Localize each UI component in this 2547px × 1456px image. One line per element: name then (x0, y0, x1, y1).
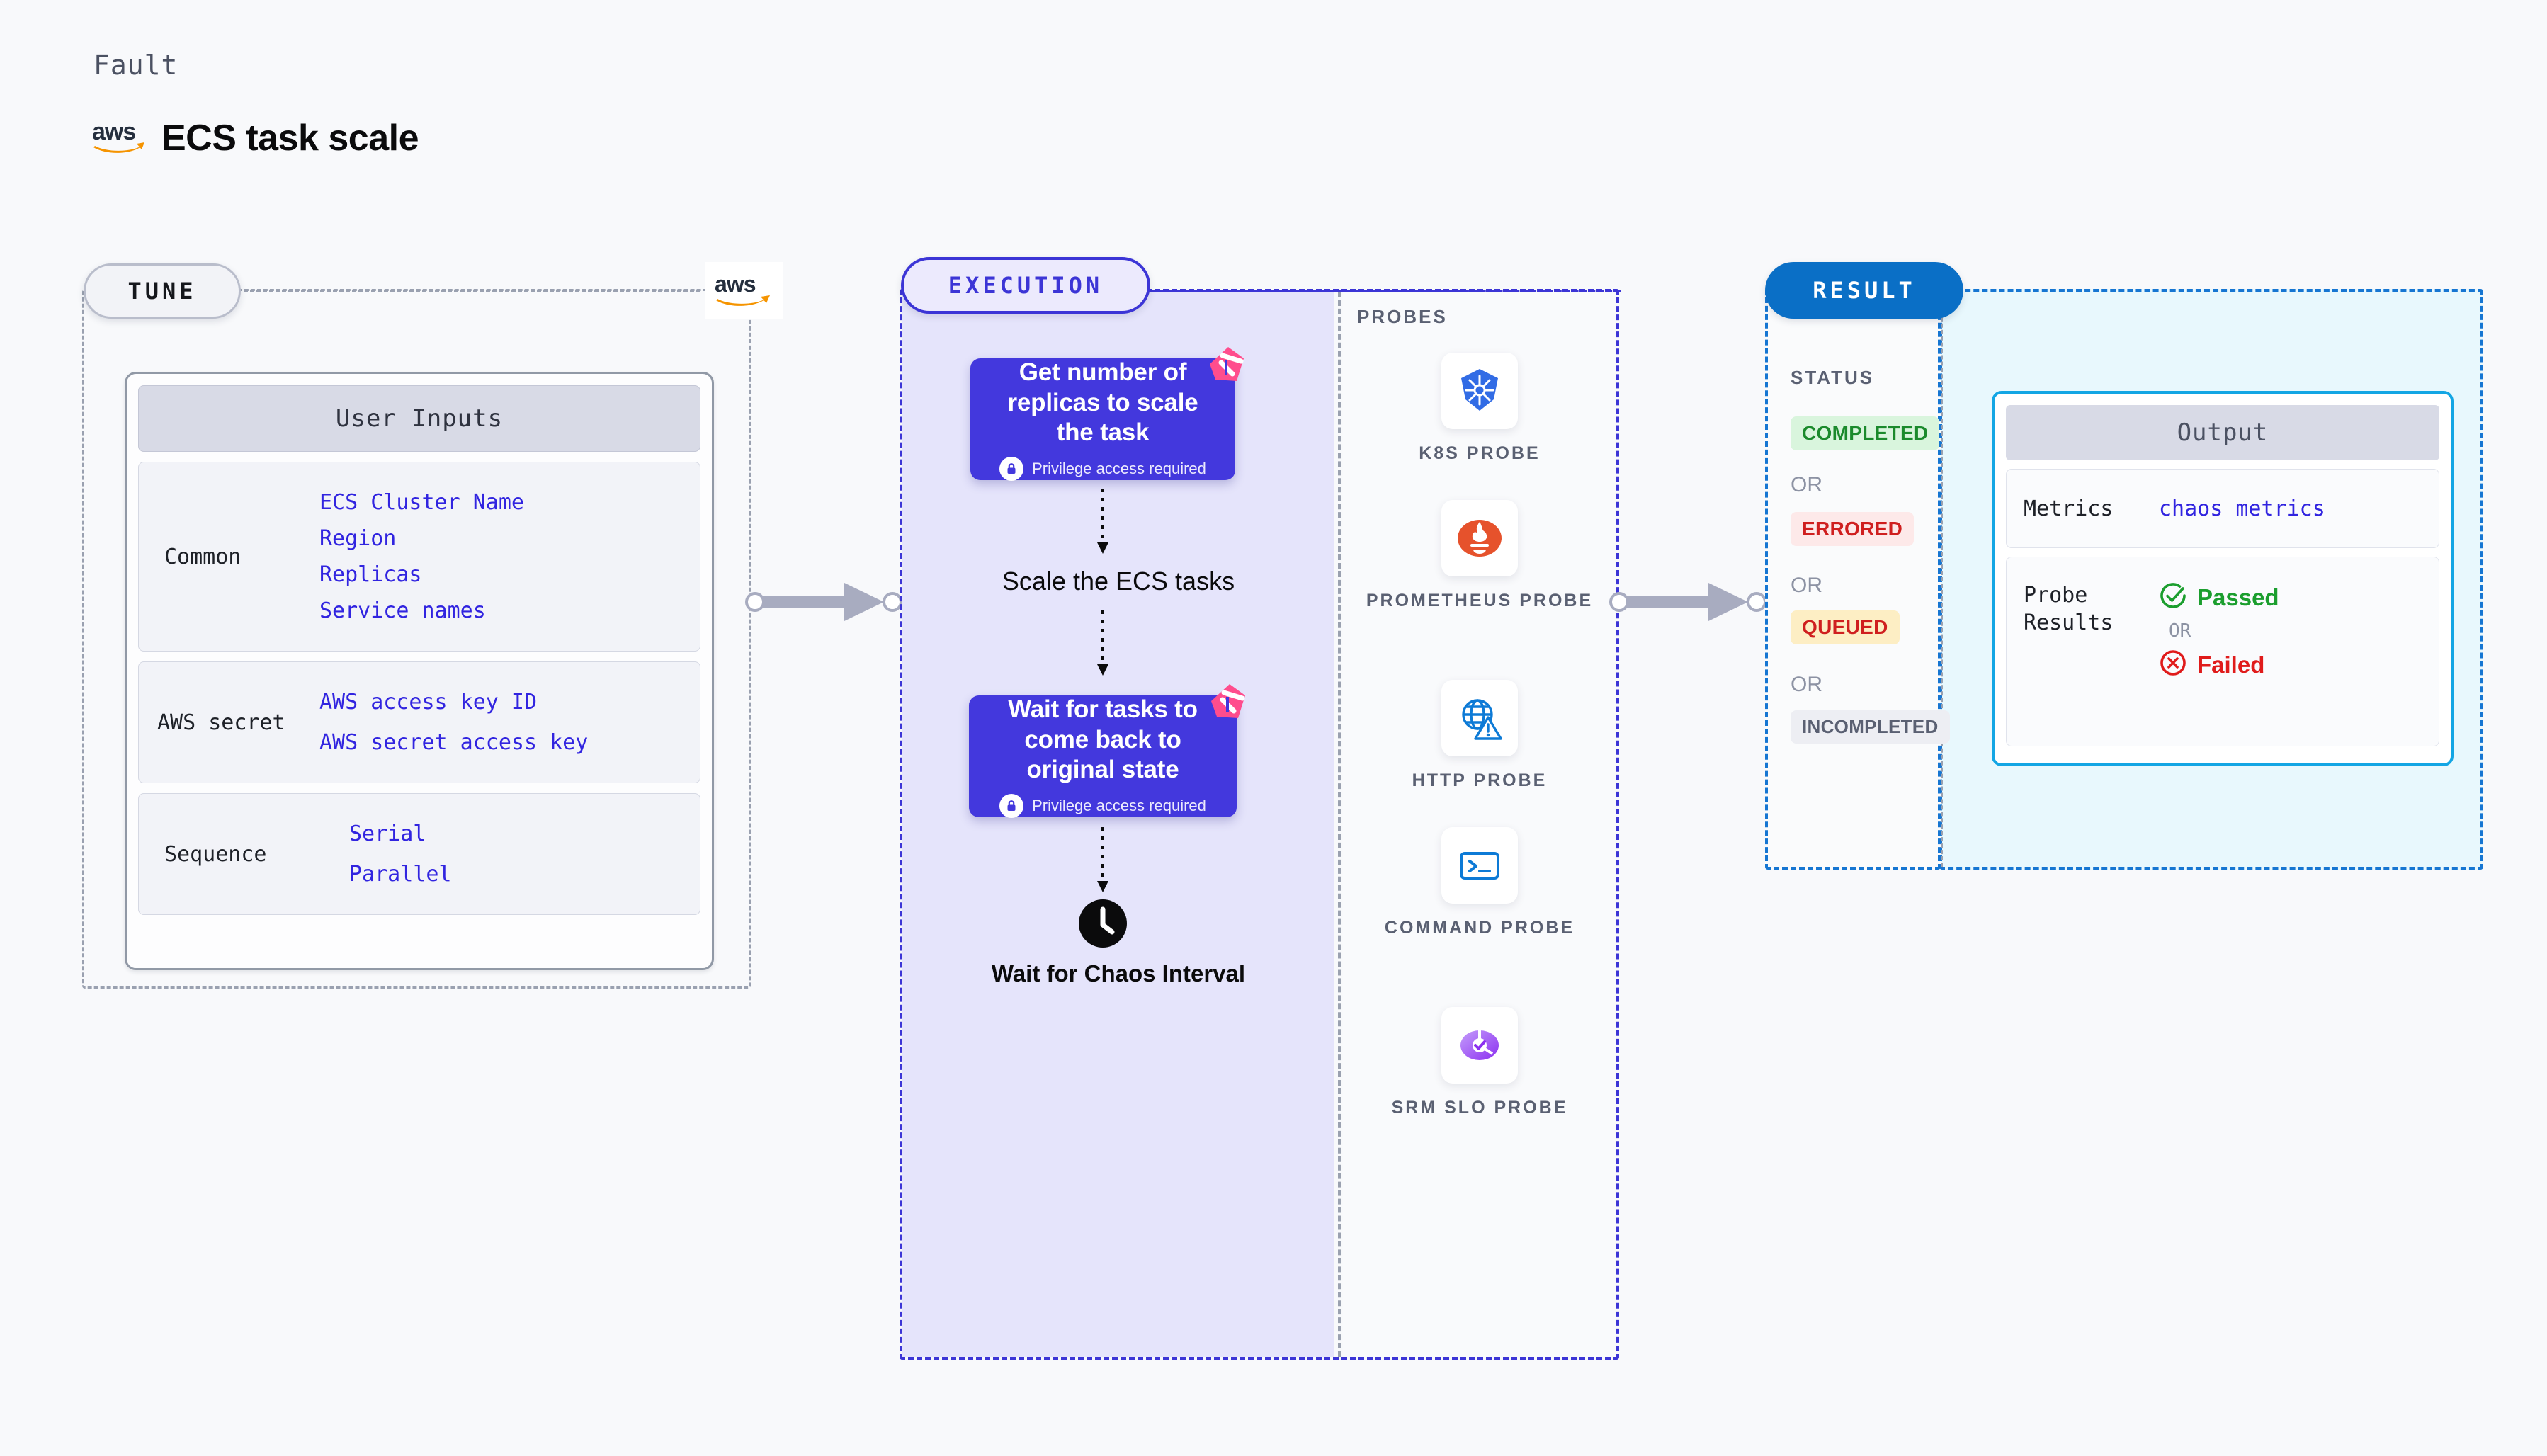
execution-step-box-3[interactable]: Wait for tasks to come back to original … (969, 684, 1245, 819)
privilege-note-text: Privilege access required (1032, 460, 1206, 478)
svg-text:aws: aws (92, 118, 135, 145)
input-group-common[interactable]: Common ECS Cluster Name Region Replicas … (138, 462, 700, 652)
check-circle-icon (2159, 581, 2187, 613)
input-value[interactable]: Region (319, 526, 524, 551)
kubernetes-icon (1461, 369, 1498, 411)
aws-logo-icon: aws (92, 118, 146, 159)
http-globe-warning-icon (1462, 699, 1502, 740)
x-circle-icon (2159, 649, 2187, 681)
execution-step-title: Wait for tasks to come back to original … (1008, 695, 1198, 784)
result-inner-divider (1941, 292, 1943, 867)
probe-label: COMMAND PROBE (1384, 918, 1575, 938)
flow-arrow-3 (1097, 827, 1108, 892)
execution-step-text-2: Scale the ECS tasks (1002, 567, 1235, 596)
connector-tune-execution (745, 583, 902, 621)
probes-divider (1338, 292, 1341, 1357)
privilege-note: Privilege access required (999, 794, 1206, 819)
probes-title: PROBES (1357, 306, 1448, 327)
status-badge-queued[interactable]: QUEUED (1791, 610, 1900, 644)
flow-arrow-1 (1097, 489, 1108, 554)
tune-connector-line (244, 290, 700, 292)
execution-pill[interactable]: EXECUTION (901, 257, 1150, 314)
input-value[interactable]: Service names (319, 598, 524, 623)
probe-result-passed-label: Passed (2197, 584, 2279, 610)
input-group-sequence[interactable]: Sequence Serial Parallel (138, 793, 700, 915)
probe-tile (1441, 827, 1518, 904)
lock-icon (999, 794, 1024, 819)
clock-icon (1077, 898, 1128, 952)
execution-step-box-1[interactable]: Get number of replicas to scale the task… (970, 347, 1244, 482)
output-row-metrics[interactable]: Metrics chaos metrics (2006, 469, 2439, 548)
status-badge-completed[interactable]: COMPLETED (1791, 416, 1940, 450)
output-metrics-value[interactable]: chaos metrics (2159, 496, 2325, 521)
probe-result-or-label: OR (2169, 620, 2191, 642)
status-badge-incompleted[interactable]: INCOMPLETED (1791, 710, 1950, 744)
probe-results-values: Passed OR Failed (2159, 581, 2279, 681)
probe-label: SRM SLO PROBE (1391, 1098, 1568, 1117)
input-value[interactable]: Replicas (319, 562, 524, 587)
output-metrics-label: Metrics (2024, 496, 2114, 521)
result-pill[interactable]: RESULT (1765, 262, 1963, 319)
page-title: ECS task scale (161, 118, 419, 159)
input-group-aws-secret[interactable]: AWS secret AWS access key ID AWS secret … (138, 661, 700, 783)
page-title-row: aws ECS task scale (92, 117, 419, 159)
probe-result-failed: Failed (2159, 649, 2279, 681)
probe-item-k8s[interactable]: K8S PROBE (1343, 353, 1616, 465)
probe-item-srm-slo[interactable]: SRM SLO PROBE (1343, 1007, 1616, 1119)
connector-execution-result (1609, 583, 1766, 621)
lock-icon (999, 457, 1024, 482)
svg-text:aws: aws (715, 271, 756, 297)
terminal-icon (1460, 852, 1499, 880)
input-value[interactable]: ECS Cluster Name (319, 490, 524, 515)
probe-item-prometheus[interactable]: PROMETHEUS PROBE (1343, 500, 1616, 612)
output-card: Output Metrics chaos metrics Probe Resul… (1992, 391, 2454, 766)
probe-tile (1441, 500, 1518, 576)
output-probe-results-label-text: Probe Results (2024, 583, 2114, 635)
probe-label: K8S PROBE (1419, 443, 1541, 463)
privilege-note: Privilege access required (999, 457, 1206, 482)
input-group-label: Sequence (164, 841, 267, 867)
output-title: Output (2006, 405, 2439, 460)
harness-logo-icon (1206, 680, 1249, 726)
prometheus-icon (1458, 520, 1502, 557)
execution-step-title: Get number of replicas to scale the task (1007, 358, 1198, 447)
flow-arrow-2 (1097, 610, 1108, 676)
probe-tile (1441, 680, 1518, 756)
output-probe-results-label: Probe Results (2007, 581, 2159, 637)
tune-aws-logo-icon: aws (705, 262, 783, 319)
execution-connector-line (1152, 290, 1621, 292)
user-inputs-title: User Inputs (138, 385, 700, 452)
output-row-probe-results[interactable]: Probe Results Passed OR Failed (2006, 557, 2439, 746)
probe-label: HTTP PROBE (1412, 770, 1548, 790)
input-value[interactable]: Serial (349, 821, 452, 846)
input-group-values: AWS access key ID AWS secret access key (319, 690, 588, 755)
input-value[interactable]: Parallel (349, 862, 452, 887)
user-inputs-card: User Inputs Common ECS Cluster Name Regi… (125, 372, 714, 970)
status-title: STATUS (1791, 367, 1875, 388)
input-group-values: ECS Cluster Name Region Replicas Service… (319, 490, 524, 623)
privilege-note-text: Privilege access required (1032, 797, 1206, 815)
probe-result-passed: Passed (2159, 581, 2279, 613)
or-label-3: OR (1791, 673, 1822, 696)
probe-result-failed-label: Failed (2197, 651, 2265, 678)
harness-logo-icon (1204, 343, 1248, 389)
probe-item-command[interactable]: COMMAND PROBE (1343, 827, 1616, 939)
wait-for-chaos-interval-label: Wait for Chaos Interval (991, 960, 1246, 986)
input-value[interactable]: AWS access key ID (319, 690, 588, 715)
tune-pill[interactable]: TUNE (84, 263, 241, 319)
input-group-values: Serial Parallel (319, 821, 452, 887)
or-label-2: OR (1791, 574, 1822, 597)
input-group-label: Common (164, 544, 242, 569)
srm-slo-icon (1460, 1030, 1499, 1060)
probe-tile (1441, 353, 1518, 429)
fault-kicker-label: Fault (93, 50, 178, 81)
input-group-label: AWS secret (157, 710, 285, 735)
input-value[interactable]: AWS secret access key (319, 730, 588, 755)
status-badge-errored[interactable]: ERRORED (1791, 512, 1914, 546)
probe-tile (1441, 1007, 1518, 1084)
or-label-1: OR (1791, 473, 1822, 496)
probe-item-http[interactable]: HTTP PROBE (1343, 680, 1616, 792)
probe-label: PROMETHEUS PROBE (1366, 591, 1594, 610)
